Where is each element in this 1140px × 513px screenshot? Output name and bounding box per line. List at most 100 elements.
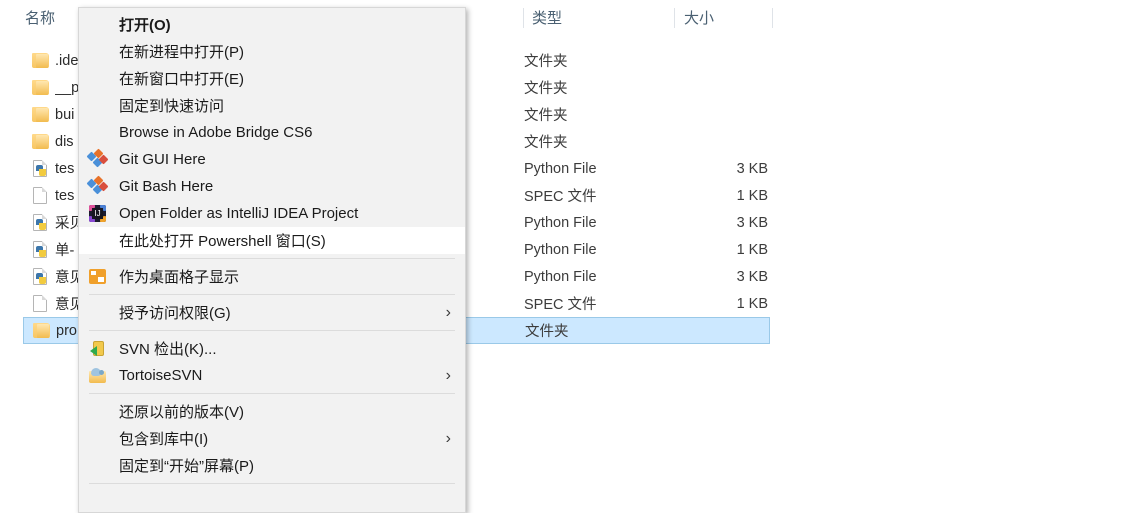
row-icon-slot xyxy=(29,78,55,98)
context-menu-items: 打开(O) 在新进程中打开(P) 在新窗口中打开(E) 固定到快速访问 Browse i… xyxy=(79,11,465,484)
file-type-cell: 文件夹 xyxy=(524,81,568,97)
column-divider-3[interactable] xyxy=(772,8,773,28)
python-file-icon xyxy=(33,240,47,258)
file-size-cell: 1 KB xyxy=(736,241,768,258)
menu-item-icon xyxy=(88,69,107,88)
menu-item-icon: IJ xyxy=(88,204,107,223)
menu-item-icon xyxy=(88,366,107,385)
file-name-cell: bui xyxy=(55,106,75,123)
menu-item-icon xyxy=(88,15,107,34)
menu-item-icon xyxy=(86,148,109,169)
file-size-cell: 3 KB xyxy=(736,160,768,177)
file-type-cell: 文件夹 xyxy=(525,324,569,340)
row-icon-slot xyxy=(29,51,55,71)
git-icon xyxy=(86,175,109,196)
menu-item[interactable]: Git Bash Here xyxy=(79,173,465,200)
chevron-right-icon: › xyxy=(445,303,451,321)
file-icon xyxy=(33,294,47,312)
file-name-cell: tes xyxy=(55,187,75,204)
menu-item[interactable]: 作为桌面格子显示 xyxy=(79,263,465,290)
row-icon-slot xyxy=(29,240,55,260)
menu-item-icon xyxy=(88,267,107,286)
menu-separator xyxy=(89,330,455,331)
menu-item[interactable]: 包含到库中(I) › xyxy=(79,425,465,452)
file-size-cell: 1 KB xyxy=(736,187,768,204)
column-header-size[interactable]: 大小 xyxy=(682,0,772,34)
menu-item-icon xyxy=(88,402,107,421)
chevron-right-icon: › xyxy=(445,429,451,447)
menu-item-icon xyxy=(88,339,107,358)
row-icon-slot xyxy=(29,159,55,179)
explorer-window: 名称 类型 大小 .ide 文件夹 __p 文件夹 bui 文件夹 dis 文件夹 tes Pyt… xyxy=(0,0,1140,513)
menu-item[interactable]: IJ Open Folder as IntelliJ IDEA Project xyxy=(79,200,465,227)
svn-icon xyxy=(90,341,105,356)
file-type-cell: SPEC 文件 xyxy=(524,297,597,313)
menu-item[interactable]: 授予访问权限(G) › xyxy=(79,299,465,326)
file-name-cell: tes xyxy=(55,160,75,177)
file-name-cell: dis xyxy=(55,133,74,150)
menu-item-icon xyxy=(88,96,107,115)
menu-item[interactable]: Browse in Adobe Bridge CS6 xyxy=(79,119,465,146)
git-icon xyxy=(86,148,109,169)
folder-icon xyxy=(32,133,49,149)
python-file-icon xyxy=(33,213,47,231)
row-icon-slot xyxy=(29,105,55,125)
menu-item-icon xyxy=(88,42,107,61)
row-icon-slot xyxy=(29,294,55,314)
context-menu[interactable]: 打开(O) 在新进程中打开(P) 在新窗口中打开(E) 固定到快速访问 Browse i… xyxy=(78,7,466,513)
menu-separator xyxy=(89,393,455,394)
column-header-type[interactable]: 类型 xyxy=(530,0,670,34)
file-name-cell: pro xyxy=(56,322,77,339)
row-icon-slot xyxy=(29,213,55,233)
menu-item-icon xyxy=(88,123,107,142)
desktop-grid-icon xyxy=(89,269,106,284)
file-type-cell: SPEC 文件 xyxy=(524,189,597,205)
column-header-size-label: 大小 xyxy=(684,9,715,27)
menu-item[interactable]: 固定到“开始”屏幕(P) xyxy=(79,452,465,479)
file-size-cell: 1 KB xyxy=(736,295,768,312)
menu-item-icon xyxy=(88,456,107,475)
file-name-cell: .ide xyxy=(55,52,79,69)
tortoisesvn-icon xyxy=(89,368,106,383)
intellij-icon: IJ xyxy=(89,205,106,222)
file-name-cell: __p xyxy=(55,79,80,96)
file-size-cell: 3 KB xyxy=(736,214,768,231)
menu-item-icon xyxy=(88,303,107,322)
menu-item[interactable]: 打开(O) xyxy=(79,11,465,38)
file-size-cell: 3 KB xyxy=(736,268,768,285)
file-type-cell: Python File xyxy=(524,160,597,177)
menu-item-icon xyxy=(86,175,109,196)
file-type-cell: Python File xyxy=(524,214,597,231)
menu-item[interactable]: 还原以前的版本(V) xyxy=(79,398,465,425)
menu-item[interactable]: SVN 检出(K)... xyxy=(79,335,465,362)
menu-item-icon xyxy=(88,429,107,448)
file-name-cell: 单- xyxy=(55,243,75,259)
menu-item[interactable]: 在此处打开 Powershell 窗口(S) xyxy=(79,227,465,254)
folder-icon xyxy=(32,52,49,68)
menu-item[interactable]: 在新窗口中打开(E) xyxy=(79,65,465,92)
file-type-cell: 文件夹 xyxy=(524,54,568,70)
row-icon-slot xyxy=(30,321,56,341)
column-divider-1[interactable] xyxy=(523,8,524,28)
file-type-cell: Python File xyxy=(524,268,597,285)
python-file-icon xyxy=(33,159,47,177)
menu-separator xyxy=(89,258,455,259)
menu-item-label: Open Folder as IntelliJ IDEA Project xyxy=(119,205,359,222)
row-icon-slot xyxy=(29,132,55,152)
menu-item[interactable]: Git GUI Here xyxy=(79,146,465,173)
file-type-cell: Python File xyxy=(524,241,597,258)
python-file-icon xyxy=(33,267,47,285)
menu-item[interactable]: 在新进程中打开(P) xyxy=(79,38,465,65)
menu-separator xyxy=(89,483,455,484)
menu-item-label: 在此处打开 Powershell 窗口(S) xyxy=(119,233,326,250)
folder-icon xyxy=(32,79,49,95)
column-header-type-label: 类型 xyxy=(532,9,563,27)
folder-icon xyxy=(33,322,50,338)
menu-separator xyxy=(89,294,455,295)
file-type-cell: 文件夹 xyxy=(524,135,568,151)
folder-icon xyxy=(32,106,49,122)
menu-item[interactable]: TortoiseSVN › xyxy=(79,362,465,389)
menu-item[interactable]: 固定到快速访问 xyxy=(79,92,465,119)
menu-item-label: Browse in Adobe Bridge CS6 xyxy=(119,124,313,141)
column-divider-2[interactable] xyxy=(674,8,675,28)
